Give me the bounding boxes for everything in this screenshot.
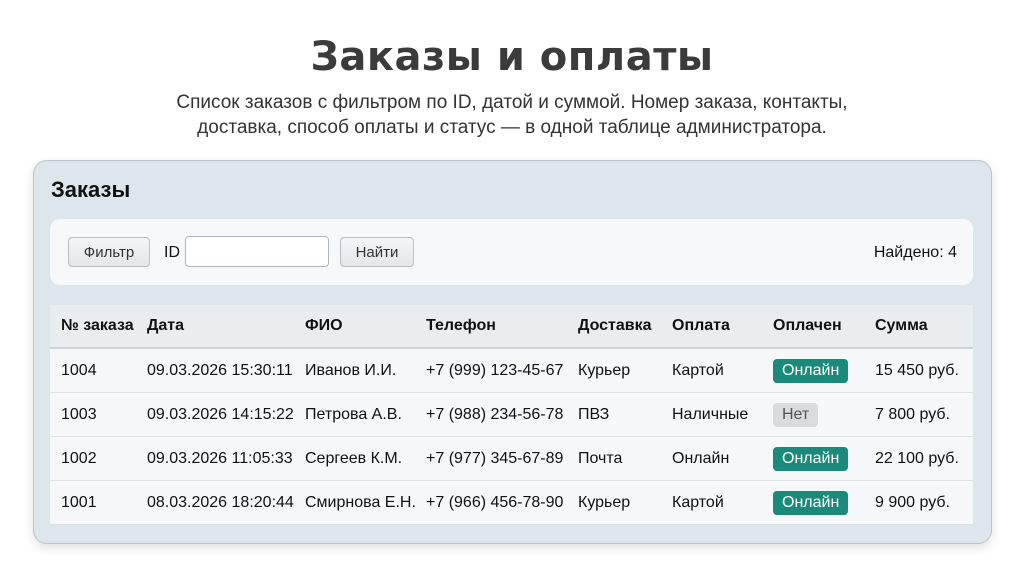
cell-paid: Нет bbox=[762, 392, 864, 437]
cell-date: 09.03.2026 15:30:11 bbox=[136, 348, 294, 393]
cell-name: Иванов И.И. bbox=[294, 348, 415, 393]
filter-bar: Фильтр ID Найти Найдено: 4 bbox=[50, 219, 973, 285]
cell-date: 08.03.2026 18:20:44 bbox=[136, 480, 294, 525]
id-label: ID bbox=[164, 244, 180, 261]
cell-order-number: 1003 bbox=[50, 392, 136, 437]
table-header-row: № заказа Дата ФИО Телефон Доставка Оплат… bbox=[50, 305, 973, 349]
cell-order-number: 1001 bbox=[50, 480, 136, 525]
table-row[interactable]: 1001 08.03.2026 18:20:44 Смирнова Е.Н. +… bbox=[50, 480, 973, 525]
orders-table-container: № заказа Дата ФИО Телефон Доставка Оплат… bbox=[50, 305, 973, 525]
orders-table: № заказа Дата ФИО Телефон Доставка Оплат… bbox=[50, 305, 973, 525]
cell-delivery: Курьер bbox=[567, 480, 661, 525]
column-header-paid[interactable]: Оплачен bbox=[762, 305, 864, 349]
page-subtitle: Список заказов с фильтром по ID, датой и… bbox=[120, 90, 904, 140]
cell-sum: 15 450 руб. bbox=[864, 348, 973, 393]
cell-date: 09.03.2026 14:15:22 bbox=[136, 392, 294, 437]
cell-paid: Онлайн bbox=[762, 480, 864, 525]
panel-title: Заказы bbox=[51, 177, 131, 202]
cell-delivery: Почта bbox=[567, 436, 661, 481]
subtitle-line-2: доставка, способ оплаты и статус — в одн… bbox=[197, 117, 827, 138]
cell-sum: 22 100 руб. bbox=[864, 436, 973, 481]
column-header-delivery[interactable]: Доставка bbox=[567, 305, 661, 349]
cell-payment: Картой bbox=[661, 480, 762, 525]
column-header-payment[interactable]: Оплата bbox=[661, 305, 762, 349]
cell-delivery: Курьер bbox=[567, 348, 661, 393]
cell-sum: 9 900 руб. bbox=[864, 480, 973, 525]
cell-paid: Онлайн bbox=[762, 348, 864, 393]
id-input[interactable] bbox=[185, 236, 329, 267]
cell-payment: Наличные bbox=[661, 392, 762, 437]
table-row[interactable]: 1003 09.03.2026 14:15:22 Петрова А.В. +7… bbox=[50, 392, 973, 437]
column-header-phone[interactable]: Телефон bbox=[415, 305, 567, 349]
paid-status-badge: Онлайн bbox=[773, 446, 849, 471]
cell-payment: Картой bbox=[661, 348, 762, 393]
page-title: Заказы и оплаты bbox=[310, 34, 714, 80]
cell-name: Петрова А.В. bbox=[294, 392, 415, 437]
cell-date: 09.03.2026 11:05:33 bbox=[136, 436, 294, 481]
column-header-sum[interactable]: Сумма bbox=[864, 305, 973, 349]
filter-button[interactable]: Фильтр bbox=[68, 237, 150, 267]
cell-order-number: 1004 bbox=[50, 348, 136, 393]
cell-payment: Онлайн bbox=[661, 436, 762, 481]
find-button[interactable]: Найти bbox=[340, 237, 414, 267]
subtitle-line-1: Список заказов с фильтром по ID, датой и… bbox=[176, 92, 848, 113]
cell-name: Сергеев К.М. bbox=[294, 436, 415, 481]
unpaid-status-badge: Нет bbox=[773, 402, 819, 427]
cell-phone: +7 (988) 234-56-78 bbox=[415, 392, 567, 437]
cell-paid: Онлайн bbox=[762, 436, 864, 481]
column-header-name[interactable]: ФИО bbox=[294, 305, 415, 349]
cell-name: Смирнова Е.Н. bbox=[294, 480, 416, 525]
cell-phone: +7 (966) 456-78-90 bbox=[415, 480, 567, 525]
table-row[interactable]: 1002 09.03.2026 11:05:33 Сергеев К.М. +7… bbox=[50, 436, 973, 481]
found-count: Найдено: 4 bbox=[873, 244, 957, 261]
paid-status-badge: Онлайн bbox=[773, 490, 849, 515]
cell-sum: 7 800 руб. bbox=[864, 392, 973, 437]
cell-order-number: 1002 bbox=[50, 436, 136, 481]
paid-status-badge: Онлайн bbox=[773, 358, 849, 383]
cell-delivery: ПВЗ bbox=[567, 392, 661, 437]
cell-phone: +7 (999) 123-45-67 bbox=[415, 348, 567, 393]
column-header-date[interactable]: Дата bbox=[136, 305, 294, 349]
table-row[interactable]: 1004 09.03.2026 15:30:11 Иванов И.И. +7 … bbox=[50, 348, 973, 393]
cell-phone: +7 (977) 345-67-89 bbox=[415, 436, 567, 481]
orders-panel: Заказы Фильтр ID Найти Найдено: 4 № зака… bbox=[33, 160, 992, 544]
column-header-order-number[interactable]: № заказа bbox=[50, 305, 136, 349]
